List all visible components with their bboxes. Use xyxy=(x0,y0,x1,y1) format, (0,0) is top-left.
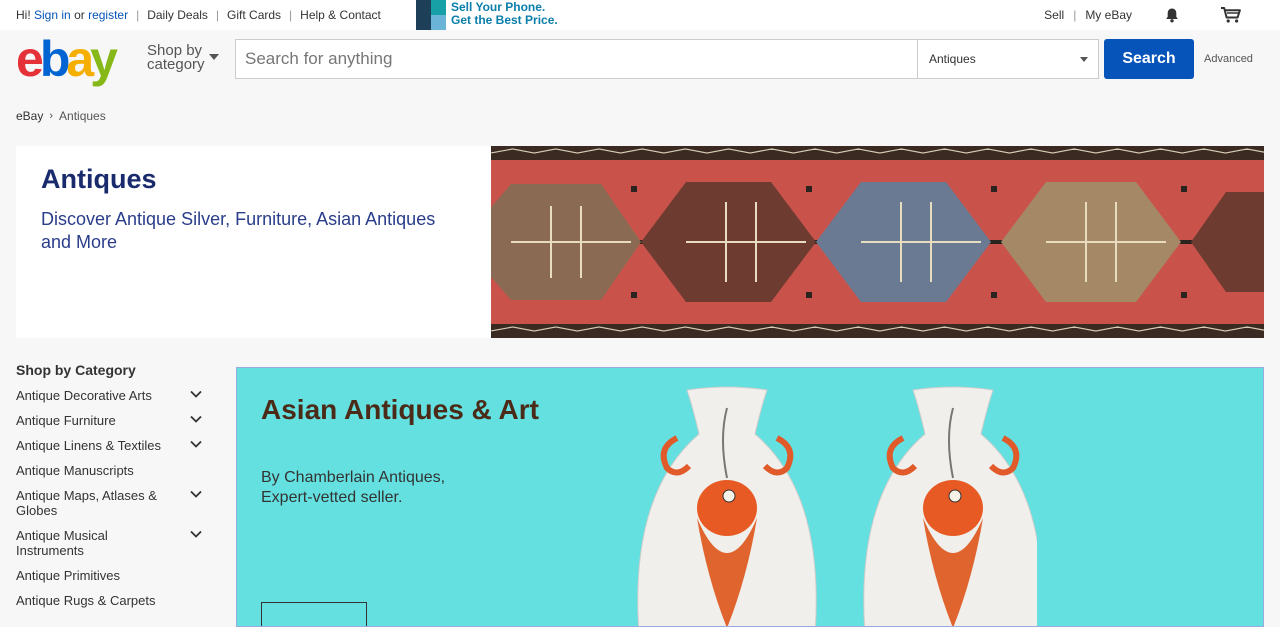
category-list-item[interactable]: Antique Primitives xyxy=(16,568,216,583)
category-list-item[interactable]: Antique Rugs & Carpets xyxy=(16,593,216,608)
category-label: Antique Decorative Arts xyxy=(16,388,152,403)
rug-banner-image xyxy=(491,146,1264,338)
vase-pair-image xyxy=(637,368,1037,626)
category-label: Antique Musical Instruments xyxy=(16,528,108,558)
ebay-logo[interactable]: ebay xyxy=(16,34,134,84)
bell-icon[interactable] xyxy=(1164,7,1180,23)
greeting: Hi! xyxy=(16,8,31,22)
card-subtitle: By Chamberlain Antiques, Expert-vetted s… xyxy=(261,469,446,506)
caret-down-icon xyxy=(209,54,219,60)
promo-text: Sell Your Phone. Get the Best Price. xyxy=(451,0,558,27)
help-contact-link[interactable]: Help & Contact xyxy=(300,8,381,22)
chevron-down-icon[interactable] xyxy=(190,530,202,538)
daily-deals-link[interactable]: Daily Deals xyxy=(147,8,208,22)
search-input[interactable] xyxy=(236,40,917,78)
sell-phone-promo[interactable]: Sell Your Phone. Get the Best Price. xyxy=(416,0,576,30)
category-list-item[interactable]: Antique Decorative Arts xyxy=(16,388,216,403)
logo-letter: e xyxy=(16,31,44,87)
page-title: Antiques xyxy=(41,164,157,194)
chevron-down-icon[interactable] xyxy=(190,390,202,398)
card-cta-button[interactable] xyxy=(261,602,367,626)
gift-cards-link[interactable]: Gift Cards xyxy=(227,8,281,22)
top-utility-bar: Hi! Sign in or register | Daily Deals | … xyxy=(0,0,1280,30)
featured-seller-card[interactable]: Asian Antiques & Art By Chamberlain Anti… xyxy=(236,367,1264,627)
category-list-item[interactable]: Antique Musical Instruments xyxy=(16,528,216,558)
logo-letter: y xyxy=(90,31,118,87)
logo-letter: b xyxy=(39,31,70,87)
search-bar: Antiques xyxy=(235,39,1099,79)
my-ebay-link[interactable]: My eBay xyxy=(1085,8,1132,22)
category-list-item[interactable]: Antique Linens & Textiles xyxy=(16,438,216,453)
breadcrumb-current: Antiques xyxy=(59,109,106,123)
caret-down-icon xyxy=(1080,57,1088,62)
shop-by-category-dropdown[interactable]: Shop by category xyxy=(147,43,227,72)
category-label: Antique Manuscripts xyxy=(16,463,134,478)
card-title: Asian Antiques & Art xyxy=(261,394,539,425)
page-subtitle: Discover Antique Silver, Furniture, Asia… xyxy=(41,209,436,252)
chevron-down-icon[interactable] xyxy=(190,415,202,423)
cart-icon[interactable] xyxy=(1220,6,1242,24)
account-links: Hi! Sign in or register | Daily Deals | … xyxy=(16,8,381,22)
breadcrumb-home[interactable]: eBay xyxy=(16,109,43,123)
category-list-item[interactable]: Antique Furniture xyxy=(16,413,216,428)
category-select-value: Antiques xyxy=(929,52,976,66)
chevron-right-icon: › xyxy=(49,110,54,122)
shop-by-category-heading: Shop by Category xyxy=(16,362,136,378)
promo-logo-block xyxy=(416,0,431,30)
category-label: Antique Furniture xyxy=(16,413,116,428)
register-link[interactable]: register xyxy=(88,8,128,22)
category-label: Antique Rugs & Carpets xyxy=(16,593,156,608)
user-links: Sell | My eBay xyxy=(1044,0,1242,30)
sell-link[interactable]: Sell xyxy=(1044,8,1064,22)
category-label: Antique Linens & Textiles xyxy=(16,438,162,453)
category-label: Antique Maps, Atlases & Globes xyxy=(16,488,157,518)
chevron-down-icon[interactable] xyxy=(190,490,202,498)
sign-in-link[interactable]: Sign in xyxy=(34,8,71,22)
chevron-down-icon[interactable] xyxy=(190,440,202,448)
search-button[interactable]: Search xyxy=(1104,39,1194,79)
or-text: or xyxy=(74,8,85,22)
logo-letter: a xyxy=(66,31,94,87)
breadcrumb: eBay › Antiques xyxy=(16,109,106,123)
category-list-item[interactable]: Antique Maps, Atlases & Globes xyxy=(16,488,216,518)
category-list-item[interactable]: Antique Manuscripts xyxy=(16,463,216,478)
category-label: Antique Primitives xyxy=(16,568,121,583)
category-hero-banner: Antiques Discover Antique Silver, Furnit… xyxy=(16,146,1264,338)
advanced-search-link[interactable]: Advanced xyxy=(1204,53,1253,65)
category-select[interactable]: Antiques xyxy=(917,40,1098,78)
